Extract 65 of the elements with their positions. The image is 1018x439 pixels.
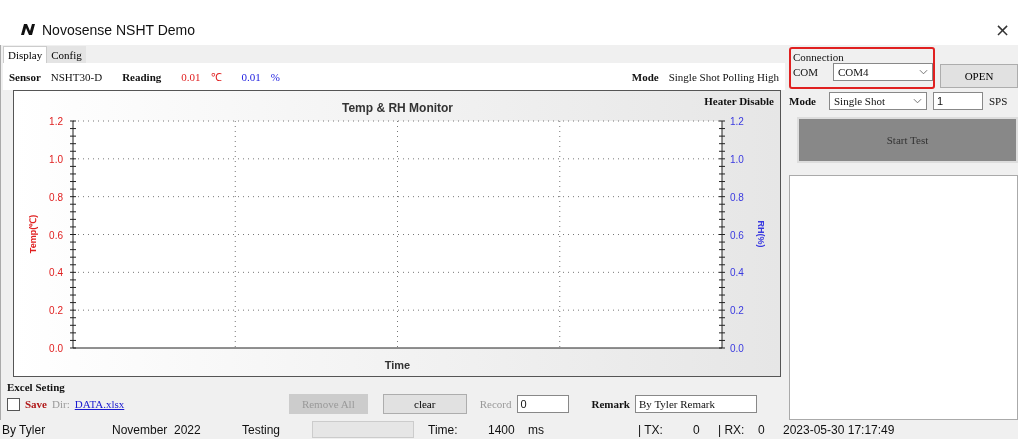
humidity-value: 0.01: [241, 70, 261, 83]
section-title: Connection: [793, 51, 844, 63]
axis-title: Temp(℃): [28, 214, 38, 254]
rate-unit: SPS: [989, 95, 1008, 107]
axis-tick-label: 0.4: [730, 267, 744, 279]
mode-dropdown[interactable]: Single Shot: [829, 92, 927, 110]
axis-tick-label: 0.6: [49, 229, 63, 241]
axis-tick-label: 0.0: [730, 343, 744, 354]
status-text: Time:: [428, 422, 459, 437]
window-title: Novosense NSHT Demo: [42, 21, 196, 38]
mode-label: Mode: [631, 70, 659, 83]
axis-tick-label: 1.0: [49, 153, 63, 165]
record-label: Record: [479, 398, 512, 410]
remark-field[interactable]: By Tyler Remark: [635, 395, 757, 413]
com-label: COM: [793, 66, 820, 78]
axis-title: RH(%): [756, 220, 766, 248]
tab[interactable]: Config: [47, 46, 86, 63]
status-text: ms: [528, 422, 545, 437]
axis-tick-label: 0.2: [49, 305, 63, 317]
caret-icon: [913, 98, 922, 104]
save-checkbox[interactable]: [7, 397, 20, 411]
axis-tick-label: 0.0: [49, 343, 63, 354]
axis-tick-label: 1.2: [730, 116, 744, 127]
status-text: By Tyler: [2, 422, 47, 437]
rate-field[interactable]: 1: [933, 92, 983, 110]
status-text: November 2022: [112, 422, 202, 437]
status-text: | RX:: [718, 422, 746, 437]
section-title: Excel Seting: [7, 381, 66, 393]
tab[interactable]: Display: [3, 46, 48, 63]
axis-tick-label: 0.8: [730, 191, 744, 203]
save-label: Save: [25, 398, 47, 410]
sensor-label: Sensor: [9, 70, 41, 83]
sensor-value: NSHT30-D: [50, 70, 103, 83]
temperature-value: 0.01: [181, 70, 201, 83]
axis-tick-label: 1.2: [49, 116, 63, 127]
status-text: 0: [758, 422, 766, 437]
reading-label: Reading: [122, 70, 162, 83]
close-button[interactable]: ×: [992, 19, 1012, 40]
caret-icon: [919, 69, 928, 75]
axis-tick-label: 1.0: [730, 153, 744, 165]
axis-tick-label: 0.8: [49, 191, 63, 203]
axis-tick-label: 0.6: [730, 229, 744, 241]
record-field[interactable]: 0: [516, 395, 569, 413]
humidity-unit: %: [270, 70, 280, 83]
heater-status: Heater Disable: [704, 95, 774, 107]
mode-value: Single Shot Polling High: [668, 70, 779, 83]
com-dropdown[interactable]: COM4: [833, 63, 933, 81]
temperature-unit: ℃: [210, 70, 222, 84]
mode-label: Mode: [789, 95, 817, 107]
remark-label: Remark: [591, 398, 630, 410]
status-text: 0: [693, 422, 701, 437]
clear-button[interactable]: clear: [382, 394, 467, 414]
axis-title: Time: [384, 359, 411, 371]
chart-title: Temp & RH Monitor: [341, 101, 454, 115]
axis-tick-label: 0.2: [730, 305, 744, 317]
status-text: Testing: [242, 422, 282, 437]
file-link[interactable]: DATA.xlsx: [74, 398, 125, 410]
axis-tick-label: 0.4: [49, 267, 63, 279]
status-text: | TX:: [638, 422, 664, 437]
status-text: 2023-05-30 17:17:49: [783, 422, 896, 437]
open-button[interactable]: OPEN: [940, 64, 1018, 88]
logo-icon: [20, 22, 36, 37]
status-text: 1400: [488, 422, 516, 437]
start-test-button[interactable]: Start Test: [797, 117, 1018, 163]
dir-label: Dir:: [52, 398, 70, 410]
